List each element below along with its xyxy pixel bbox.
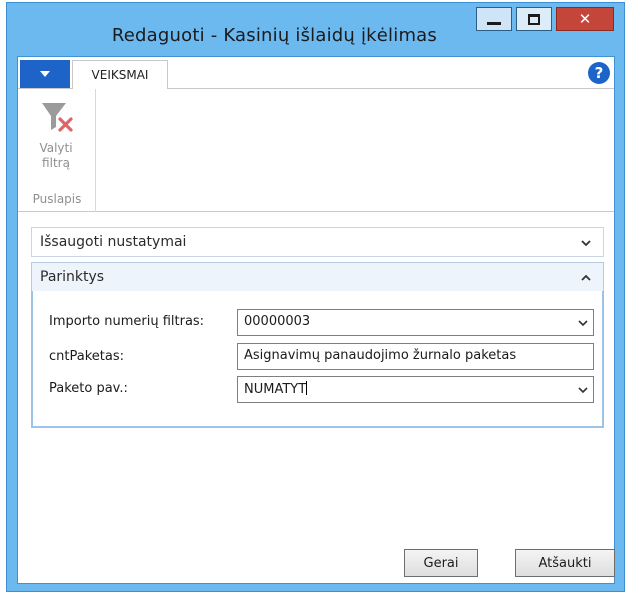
chevron-down-icon — [579, 236, 593, 250]
tab-veiksmai[interactable]: VEIKSMAI — [72, 60, 168, 90]
text-cursor — [306, 381, 308, 395]
window-controls: ✕ — [472, 7, 614, 37]
clear-filter-label-line1: Valyti — [39, 141, 73, 155]
dialog-client: VEIKSMAI ? Valyti filtrą Puslapis Išsaug… — [17, 56, 615, 584]
chevron-down-icon[interactable] — [578, 318, 588, 328]
field-label-import-filter: Importo numerių filtras: — [49, 314, 205, 329]
ribbon-group-page: Valyti filtrą Puslapis — [18, 89, 96, 212]
title-bar[interactable]: Redaguoti - Kasinių išlaidų įkėlimas ✕ — [7, 3, 624, 59]
clear-filter-icon — [42, 103, 73, 132]
chevron-up-icon — [579, 271, 593, 285]
ribbon-group-label: Puslapis — [32, 192, 82, 206]
clear-filter-label-line2: filtrą — [42, 156, 70, 170]
field-label-package-name: Paketo pav.: — [49, 381, 128, 396]
clear-filter-button[interactable]: Valyti filtrą — [24, 97, 88, 185]
import-filter-field[interactable]: 00000003 — [237, 309, 594, 336]
ok-button[interactable]: Gerai — [404, 549, 478, 577]
fasttab-options-title: Parinktys — [40, 269, 105, 285]
package-value: Asignavimų panaudojimo žurnalo paketas — [244, 348, 517, 363]
import-filter-value: 00000003 — [244, 314, 311, 329]
app-menu-button[interactable] — [20, 60, 70, 88]
minimize-button[interactable] — [476, 7, 512, 31]
chevron-down-icon[interactable] — [578, 385, 588, 395]
minimize-icon — [487, 21, 501, 25]
close-icon: ✕ — [578, 10, 592, 28]
help-icon[interactable]: ? — [588, 62, 610, 84]
package-name-value: NUMATYT — [244, 382, 307, 397]
maximize-icon — [528, 13, 540, 25]
close-button[interactable]: ✕ — [556, 7, 614, 31]
cancel-button[interactable]: Atšaukti — [515, 549, 615, 577]
ribbon-tab-bar: VEIKSMAI ? — [18, 57, 614, 90]
fasttab-saved-settings-title: Išsaugoti nustatymai — [40, 234, 187, 250]
ribbon-body: Valyti filtrą Puslapis — [18, 89, 614, 212]
package-name-field[interactable]: NUMATYT — [237, 376, 594, 403]
maximize-button[interactable] — [516, 7, 552, 31]
package-field[interactable]: Asignavimų panaudojimo žurnalo paketas — [237, 343, 594, 370]
fasttab-saved-settings[interactable]: Išsaugoti nustatymai — [31, 227, 604, 257]
dialog-window: Redaguoti - Kasinių išlaidų įkėlimas ✕ V… — [6, 2, 625, 592]
window-title: Redaguoti - Kasinių išlaidų įkėlimas — [111, 25, 437, 46]
chevron-down-icon — [40, 71, 50, 77]
fasttab-options[interactable]: Parinktys — [31, 262, 604, 292]
field-label-package: cntPaketas: — [49, 349, 124, 364]
options-panel: Importo numerių filtras: 00000003 cntPak… — [31, 291, 604, 428]
